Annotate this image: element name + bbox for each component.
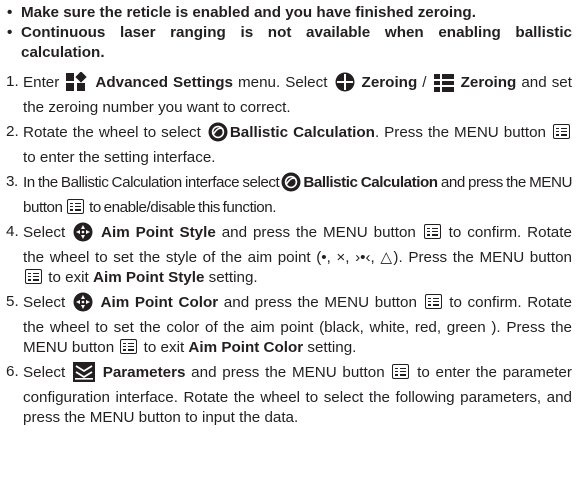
step-3: 3. In the Ballistic Calculation interfac…	[4, 172, 572, 218]
step-text: Rotate the wheel to select Ballistic Cal…	[23, 122, 572, 168]
step-5: 5. Select Aim Point Color and press the …	[4, 292, 572, 358]
bullet-dot: •	[7, 24, 13, 41]
note-text: Continuous laser ranging is not availabl…	[21, 24, 572, 61]
menu-button-icon	[67, 199, 85, 214]
step-2: 2. Rotate the wheel to select Ballistic …	[4, 122, 572, 168]
step-number: 6.	[6, 363, 19, 380]
aim-point-color-icon	[73, 292, 93, 318]
step-text: Select Parameters and press the MENU but…	[23, 362, 572, 426]
parameters-icon	[72, 362, 95, 388]
step-text: Select Aim Point Color and press the MEN…	[23, 292, 572, 356]
ballistic-calculation-icon	[208, 122, 228, 148]
step-number: 3.	[6, 173, 18, 190]
step-text: Enter Advanced Settings menu. Select Zer…	[23, 71, 572, 118]
menu-button-icon	[424, 294, 442, 309]
ballistic-calculation-icon	[281, 172, 301, 198]
note-text: Make sure the reticle is enabled and you…	[21, 4, 476, 21]
zeroing-grid-icon	[433, 74, 454, 98]
note-item: • Continuous laser ranging is not availa…	[4, 23, 572, 63]
menu-button-icon	[553, 124, 570, 139]
note-item: • Make sure the reticle is enabled and y…	[4, 3, 572, 23]
menu-button-icon	[120, 339, 138, 354]
menu-button-icon	[423, 224, 441, 239]
step-number: 4.	[6, 223, 19, 240]
manual-page: • Make sure the reticle is enabled and y…	[0, 0, 584, 478]
step-1: 1. Enter Advanced Settings menu. Select …	[4, 71, 572, 118]
zeroing-crosshair-icon	[335, 72, 355, 98]
step-4: 4. Select Aim Point Style and press the …	[4, 222, 572, 288]
step-text: Select Aim Point Style and press the MEN…	[23, 222, 572, 286]
step-text: In the Ballistic Calculation interface s…	[23, 172, 572, 216]
advanced-settings-icon	[66, 71, 88, 98]
aim-point-style-icon	[73, 222, 93, 248]
step-6: 6. Select Parameters and press the MENU …	[4, 362, 572, 428]
bullet-dot: •	[7, 4, 13, 21]
step-number: 1.	[6, 73, 19, 90]
step-number: 5.	[6, 293, 19, 310]
step-number: 2.	[6, 123, 19, 140]
menu-button-icon	[392, 364, 410, 379]
menu-button-icon	[25, 269, 42, 284]
